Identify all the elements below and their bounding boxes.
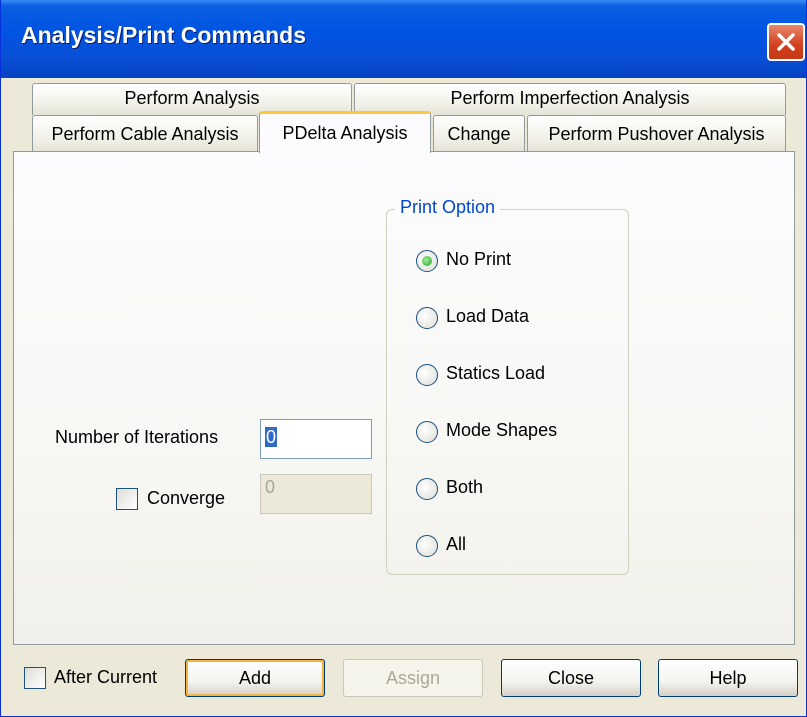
radio-no-print[interactable] — [416, 250, 438, 272]
assign-button: Assign — [343, 659, 483, 697]
iterations-label: Number of Iterations — [55, 427, 219, 447]
radio-statics-load[interactable] — [416, 364, 438, 386]
radio-both-label: Both — [446, 477, 484, 497]
iterations-value: 0 — [265, 427, 278, 447]
print-option-title: Print Option — [395, 197, 501, 218]
radio-selected-dot — [422, 256, 432, 266]
window-title: Analysis/Print Commands — [21, 22, 307, 48]
converge-checkbox[interactable] — [116, 488, 138, 510]
converge-label: Converge — [147, 488, 226, 508]
iterations-input[interactable]: 0 — [260, 419, 372, 459]
add-button[interactable]: Add — [185, 659, 325, 697]
radio-all[interactable] — [416, 535, 438, 557]
close-window-button[interactable] — [767, 23, 805, 61]
radio-both[interactable] — [416, 478, 438, 500]
dialog-window: Analysis/Print Commands Perform Analysis… — [0, 0, 807, 717]
tab-change[interactable]: Change — [433, 115, 525, 151]
help-button[interactable]: Help — [658, 659, 798, 697]
tab-pdelta-analysis[interactable]: PDelta Analysis — [259, 111, 431, 153]
tab-perform-pushover-analysis[interactable]: Perform Pushover Analysis — [527, 115, 786, 151]
after-current-label: After Current — [54, 667, 158, 687]
tab-panel-pdelta: Number of Iterations 0 Converge 0 Print … — [13, 151, 795, 645]
close-button[interactable]: Close — [501, 659, 641, 697]
title-bar[interactable]: Analysis/Print Commands — [1, 0, 806, 78]
radio-mode-shapes-label: Mode Shapes — [446, 420, 558, 440]
tab-perform-cable-analysis[interactable]: Perform Cable Analysis — [32, 115, 258, 151]
radio-mode-shapes[interactable] — [416, 421, 438, 443]
close-icon — [777, 33, 795, 51]
dialog-client-area: Perform Analysis Perform Imperfection An… — [3, 78, 806, 715]
converge-input: 0 — [260, 474, 372, 514]
radio-load-data-label: Load Data — [446, 306, 530, 326]
radio-statics-load-label: Statics Load — [446, 363, 546, 383]
radio-load-data[interactable] — [416, 307, 438, 329]
radio-all-label: All — [446, 534, 467, 554]
after-current-checkbox[interactable] — [24, 667, 46, 689]
converge-value: 0 — [265, 477, 276, 497]
radio-no-print-label: No Print — [446, 249, 512, 269]
